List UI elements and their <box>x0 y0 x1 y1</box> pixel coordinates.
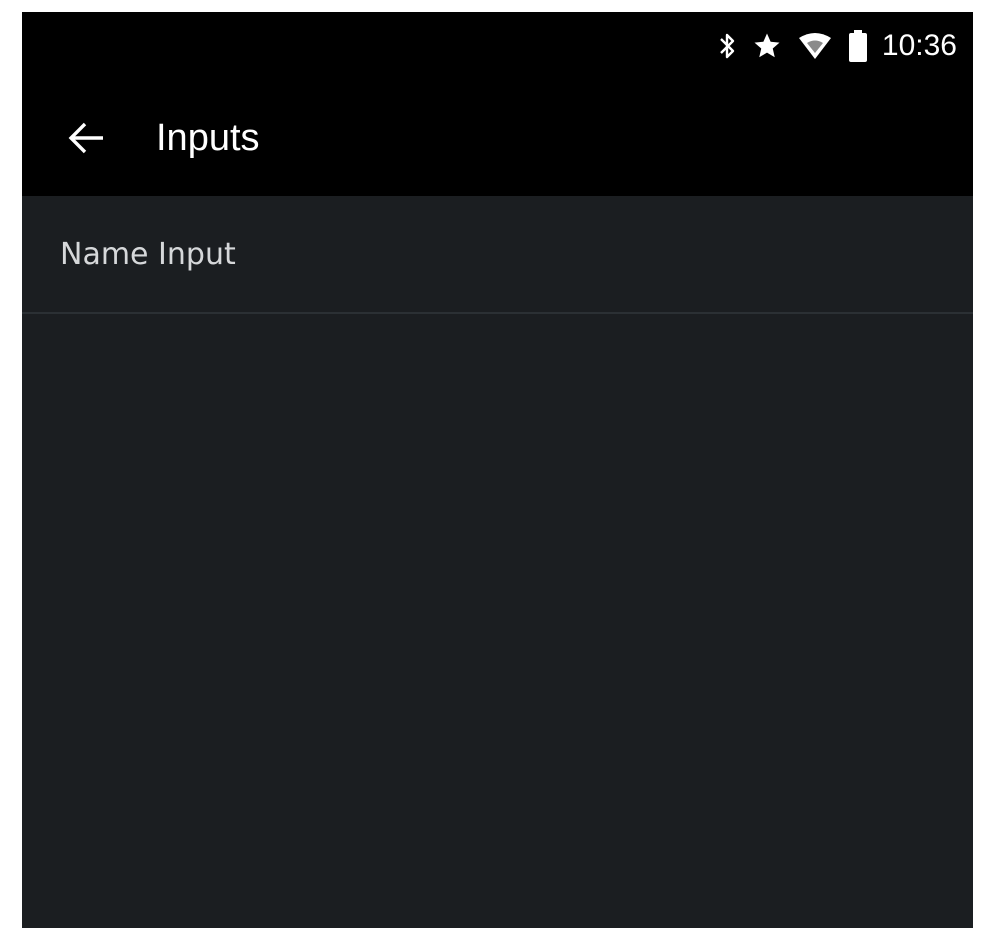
list-item-name-input[interactable]: Name Input <box>22 196 973 314</box>
arrow-left-icon <box>68 122 103 154</box>
back-button[interactable] <box>46 98 126 178</box>
status-time: 10:36 <box>881 29 957 62</box>
content-area: Name Input <box>22 196 973 928</box>
phone-screen: 10:36 Inputs Name Input <box>22 12 973 928</box>
star-icon <box>752 31 782 61</box>
wifi-icon <box>798 32 832 60</box>
page-title: Inputs <box>156 116 260 159</box>
battery-icon <box>848 29 868 63</box>
list-item-label: Name Input <box>60 236 236 272</box>
bluetooth-icon <box>718 31 736 61</box>
app-bar: Inputs <box>22 80 973 196</box>
status-bar: 10:36 <box>22 12 973 80</box>
